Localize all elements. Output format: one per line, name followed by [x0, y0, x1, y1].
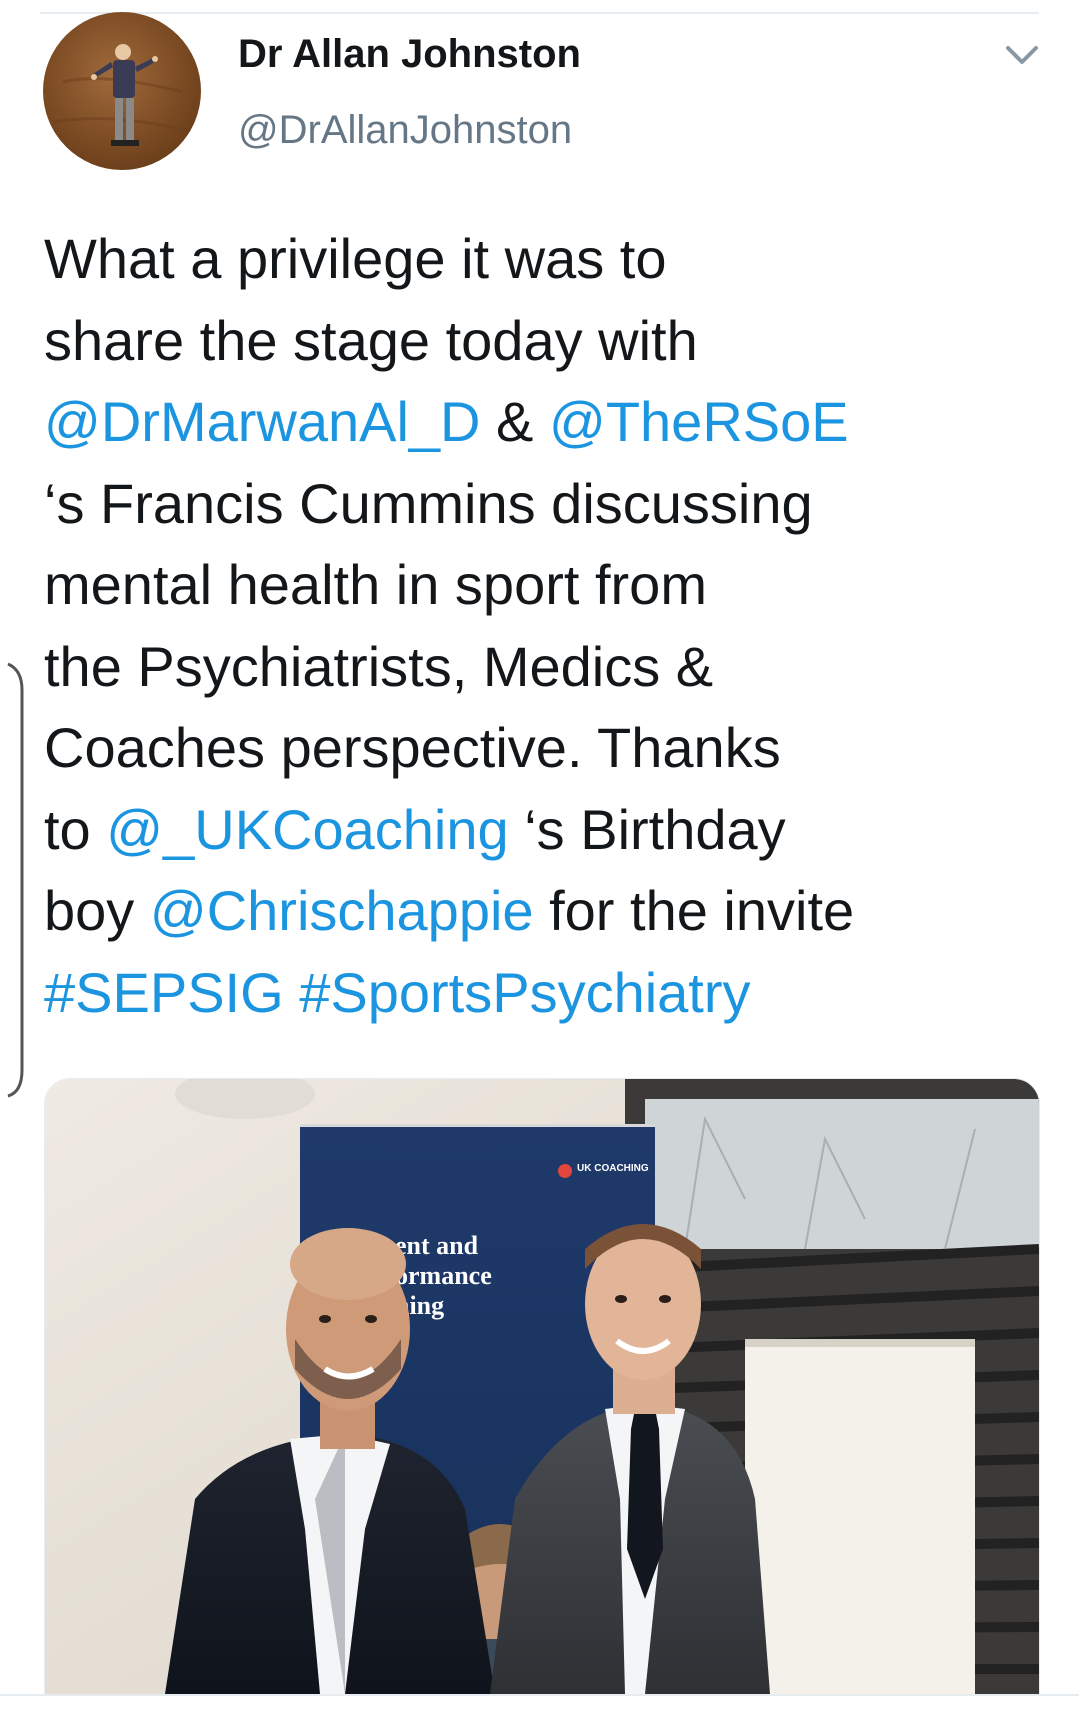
- tweet-text-segment: the Psychiatrists, Medics &: [44, 634, 714, 698]
- tweet-text-segment: &: [480, 390, 549, 453]
- tweet-text-segment: mental health in sport from: [44, 553, 707, 616]
- mention-link[interactable]: @_UKCoaching: [106, 798, 508, 861]
- mention-link[interactable]: @Chrischappie: [150, 879, 534, 942]
- hashtag-link[interactable]: #SportsPsychiatry: [299, 961, 750, 1024]
- bottom-divider: [0, 1694, 1079, 1696]
- tweet-text-segment: [284, 961, 300, 1024]
- tweet-text-line: mental health in sport from: [44, 544, 1044, 626]
- tweet-text-segment: What a privilege it was to: [44, 227, 667, 290]
- tweet-menu-button[interactable]: [1002, 40, 1042, 70]
- tweet-text-segment: to: [44, 797, 107, 861]
- tweet-text-segment: boy: [44, 879, 150, 942]
- chevron-down-icon: [1006, 46, 1038, 64]
- tweet-text-line: Coaches perspective. Thanks: [44, 707, 1044, 789]
- tweet-text-segment: ‘s Francis Cummins discussing: [44, 471, 813, 535]
- banner-text-line-1: ent and: [395, 1231, 479, 1260]
- photo-two-men-at-event: UK COACHING ent and ormance hing: [45, 1079, 1039, 1694]
- tweet-text-segment: Coaches perspective. Thanks: [44, 716, 781, 779]
- tweet-text-line: What a privilege it was to: [44, 218, 1044, 300]
- scroll-edge-bracket: [7, 662, 24, 1098]
- tweet-text-line: #SEPSIG #SportsPsychiatry: [44, 952, 1044, 1034]
- tweet-media-photo[interactable]: UK COACHING ent and ormance hing: [44, 1078, 1040, 1694]
- tweet-text-line: boy @Chrischappie for the invite: [44, 870, 1044, 952]
- tweet-text-line: ‘s Francis Cummins discussing: [44, 463, 1044, 545]
- banner-brand-text: UK COACHING: [577, 1163, 649, 1174]
- banner-text-line-2: ormance: [395, 1261, 492, 1290]
- mention-link[interactable]: @DrMarwanAl_D: [44, 390, 481, 453]
- tweet-text-segment: ‘s Birthday: [508, 797, 786, 861]
- hashtag-link[interactable]: #SEPSIG: [44, 961, 284, 1024]
- tweet-text-line: share the stage today with: [44, 300, 1044, 382]
- author-display-name[interactable]: Dr Allan Johnston: [238, 32, 581, 77]
- avatar-figure-image: [52, 44, 194, 146]
- tweet-text-segment: share the stage today with: [44, 308, 698, 372]
- tweet-text: What a privilege it was to share the stag…: [44, 218, 1044, 1033]
- author-handle[interactable]: @DrAllanJohnston: [238, 108, 572, 153]
- tweet-text-segment: for the invite: [533, 879, 855, 942]
- avatar[interactable]: [43, 12, 201, 170]
- mention-link[interactable]: @TheRSoE: [549, 390, 849, 453]
- tweet-text-line: @DrMarwanAl_D & @TheRSoE: [44, 381, 1044, 463]
- tweet-text-line: the Psychiatrists, Medics &: [44, 626, 1044, 708]
- tweet-text-line: to @_UKCoaching ‘s Birthday: [44, 789, 1044, 871]
